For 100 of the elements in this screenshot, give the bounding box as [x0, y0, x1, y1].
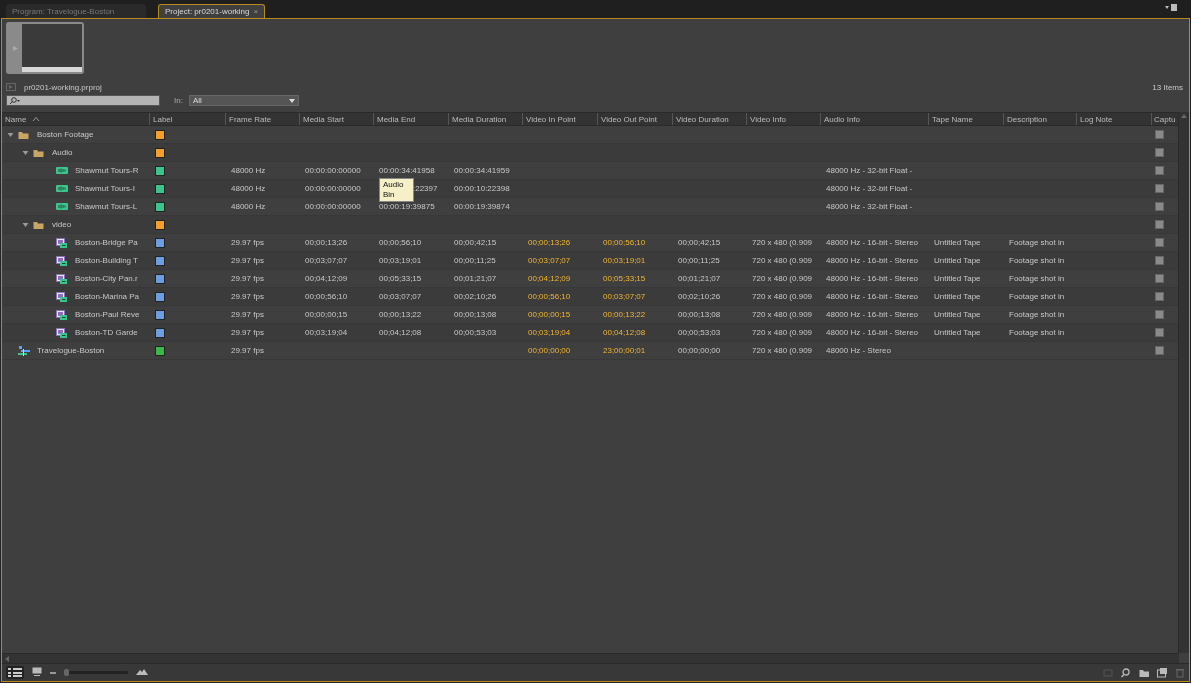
new-item-icon[interactable] — [1157, 667, 1167, 678]
checkbox[interactable] — [1155, 184, 1164, 193]
item-name[interactable]: video — [52, 220, 72, 229]
table-cell: 00;00;00;00 — [528, 346, 571, 355]
new-bin-icon[interactable] — [1139, 667, 1149, 678]
tooltip: Audio Bin — [379, 178, 414, 202]
column-header[interactable]: Media Duration — [452, 114, 507, 124]
checkbox[interactable] — [1155, 346, 1164, 355]
table-cell: 00;03;07;07 — [528, 256, 571, 265]
disclosure-triangle-icon[interactable] — [22, 149, 29, 156]
table-cell: 00:00:34:41958 — [379, 166, 435, 175]
column-header[interactable]: Log Note — [1080, 114, 1113, 124]
folder-icon — [33, 219, 45, 230]
item-name[interactable]: Boston-Paul Reve — [75, 310, 140, 319]
checkbox[interactable] — [1155, 310, 1164, 319]
table-cell: 29.97 fps — [231, 310, 264, 319]
column-header[interactable]: Captu — [1154, 114, 1176, 124]
column-header[interactable]: Audio Info — [824, 114, 861, 124]
table-cell: 00;04;12;09 — [528, 274, 571, 283]
column-header[interactable]: Name — [5, 114, 27, 124]
column-header[interactable]: Description — [1007, 114, 1047, 124]
table-cell: :22397 — [413, 184, 438, 193]
column-header[interactable]: Media End — [377, 114, 416, 124]
table-cell: 00:00:19:39874 — [454, 202, 510, 211]
column-header[interactable]: Video Info — [750, 114, 786, 124]
table-cell: 00;03;19;04 — [305, 328, 348, 337]
search-icon[interactable] — [1121, 667, 1131, 678]
clip-icon — [6, 83, 16, 91]
table-cell: 00;03;07;07 — [603, 292, 646, 301]
table-cell: 00;03;19;04 — [528, 328, 571, 337]
folder-icon — [33, 147, 45, 158]
video-clip-icon — [56, 255, 68, 266]
column-header[interactable]: Label — [153, 114, 173, 124]
column-header[interactable]: Video Out Point — [601, 114, 657, 124]
checkbox[interactable] — [1155, 238, 1164, 247]
checkbox[interactable] — [1155, 148, 1164, 157]
item-name[interactable]: Shawmut Tours-R — [75, 166, 139, 175]
table-cell: Untitled Tape — [934, 274, 981, 283]
table-cell: 48000 Hz - 32-bit Float - — [826, 202, 913, 211]
table-cell: 48000 Hz — [231, 184, 266, 193]
table-cell: Footage shot in — [1009, 238, 1065, 247]
item-name[interactable]: Shawmut Tours-L — [75, 202, 138, 211]
item-name[interactable]: Boston Footage — [37, 130, 94, 139]
table-cell: 48000 Hz - 16-bit - Stereo — [826, 274, 919, 283]
table-cell: 00;00;11;25 — [454, 256, 496, 265]
item-name[interactable]: Boston-City Pan.r — [75, 274, 138, 283]
panel-tab[interactable]: Project: pr0201-working × — [158, 4, 266, 18]
table-cell: 00;00;13;08 — [454, 310, 497, 319]
table-cell: 00;00;00;00 — [678, 346, 721, 355]
table-cell: 00;00;53;03 — [678, 328, 721, 337]
panel-menu-icon[interactable] — [1165, 4, 1177, 12]
column-header[interactable]: Media Start — [303, 114, 344, 124]
table-cell: 29.97 fps — [231, 238, 264, 247]
checkbox[interactable] — [1155, 328, 1164, 337]
horizontal-scrollbar[interactable] — [2, 653, 1179, 663]
table-cell: Footage shot in — [1009, 292, 1065, 301]
search-field[interactable] — [6, 95, 160, 106]
item-name[interactable]: Shawmut Tours-I — [75, 184, 135, 193]
checkbox[interactable] — [1155, 256, 1164, 265]
table-cell: Footage shot in — [1009, 310, 1065, 319]
table-cell: Untitled Tape — [934, 292, 981, 301]
item-name[interactable]: Boston-TD Garde — [75, 328, 138, 337]
checkbox[interactable] — [1155, 202, 1164, 211]
table-cell: 00;00;56;10 — [603, 238, 646, 247]
item-name[interactable]: Travelogue-Boston — [37, 346, 105, 355]
table-cell: 48000 Hz - 16-bit - Stereo — [826, 292, 919, 301]
icon-view-icon — [32, 667, 42, 676]
item-name[interactable]: Audio — [52, 148, 73, 157]
scroll-up-icon — [1181, 114, 1187, 118]
close-icon[interactable]: × — [253, 7, 259, 16]
table-cell: 00:00:00:00000 — [305, 166, 361, 175]
disclosure-triangle-icon[interactable] — [22, 221, 29, 228]
table-cell: 00;00;42;15 — [678, 238, 721, 247]
in-label: In: — [174, 96, 183, 105]
checkbox[interactable] — [1155, 274, 1164, 283]
table-cell: 00;00;13;22 — [379, 310, 422, 319]
table-cell: 720 x 480 (0.909 — [752, 346, 813, 355]
scope-dropdown[interactable]: All — [188, 95, 299, 106]
checkbox[interactable] — [1155, 130, 1164, 139]
audio-clip-icon — [56, 165, 68, 176]
column-header[interactable]: Frame Rate — [229, 114, 272, 124]
checkbox[interactable] — [1155, 166, 1164, 175]
disclosure-triangle-icon[interactable] — [7, 131, 14, 138]
item-name[interactable]: Boston-Building T — [75, 256, 138, 265]
checkbox[interactable] — [1155, 292, 1164, 301]
column-header[interactable]: Video In Point — [526, 114, 576, 124]
slider-thumb[interactable] — [64, 669, 69, 676]
vertical-scrollbar[interactable] — [1178, 112, 1189, 653]
trash-icon[interactable] — [1175, 667, 1185, 678]
table-cell: 29.97 fps — [231, 256, 264, 265]
item-name[interactable]: Boston-Marina Pa — [75, 292, 140, 301]
column-header[interactable]: Tape Name — [932, 114, 973, 124]
table-cell: 00;00;00;15 — [305, 310, 348, 319]
table-cell: 720 x 480 (0.909 — [752, 328, 813, 337]
zoom-in-icon — [136, 669, 148, 675]
table-cell: 00;00;53;03 — [454, 328, 497, 337]
checkbox[interactable] — [1155, 220, 1164, 229]
table-cell: 48000 Hz - 32-bit Float - — [826, 166, 913, 175]
item-name[interactable]: Boston-Bridge Pa — [75, 238, 138, 247]
column-header[interactable]: Video Duration — [676, 114, 729, 124]
